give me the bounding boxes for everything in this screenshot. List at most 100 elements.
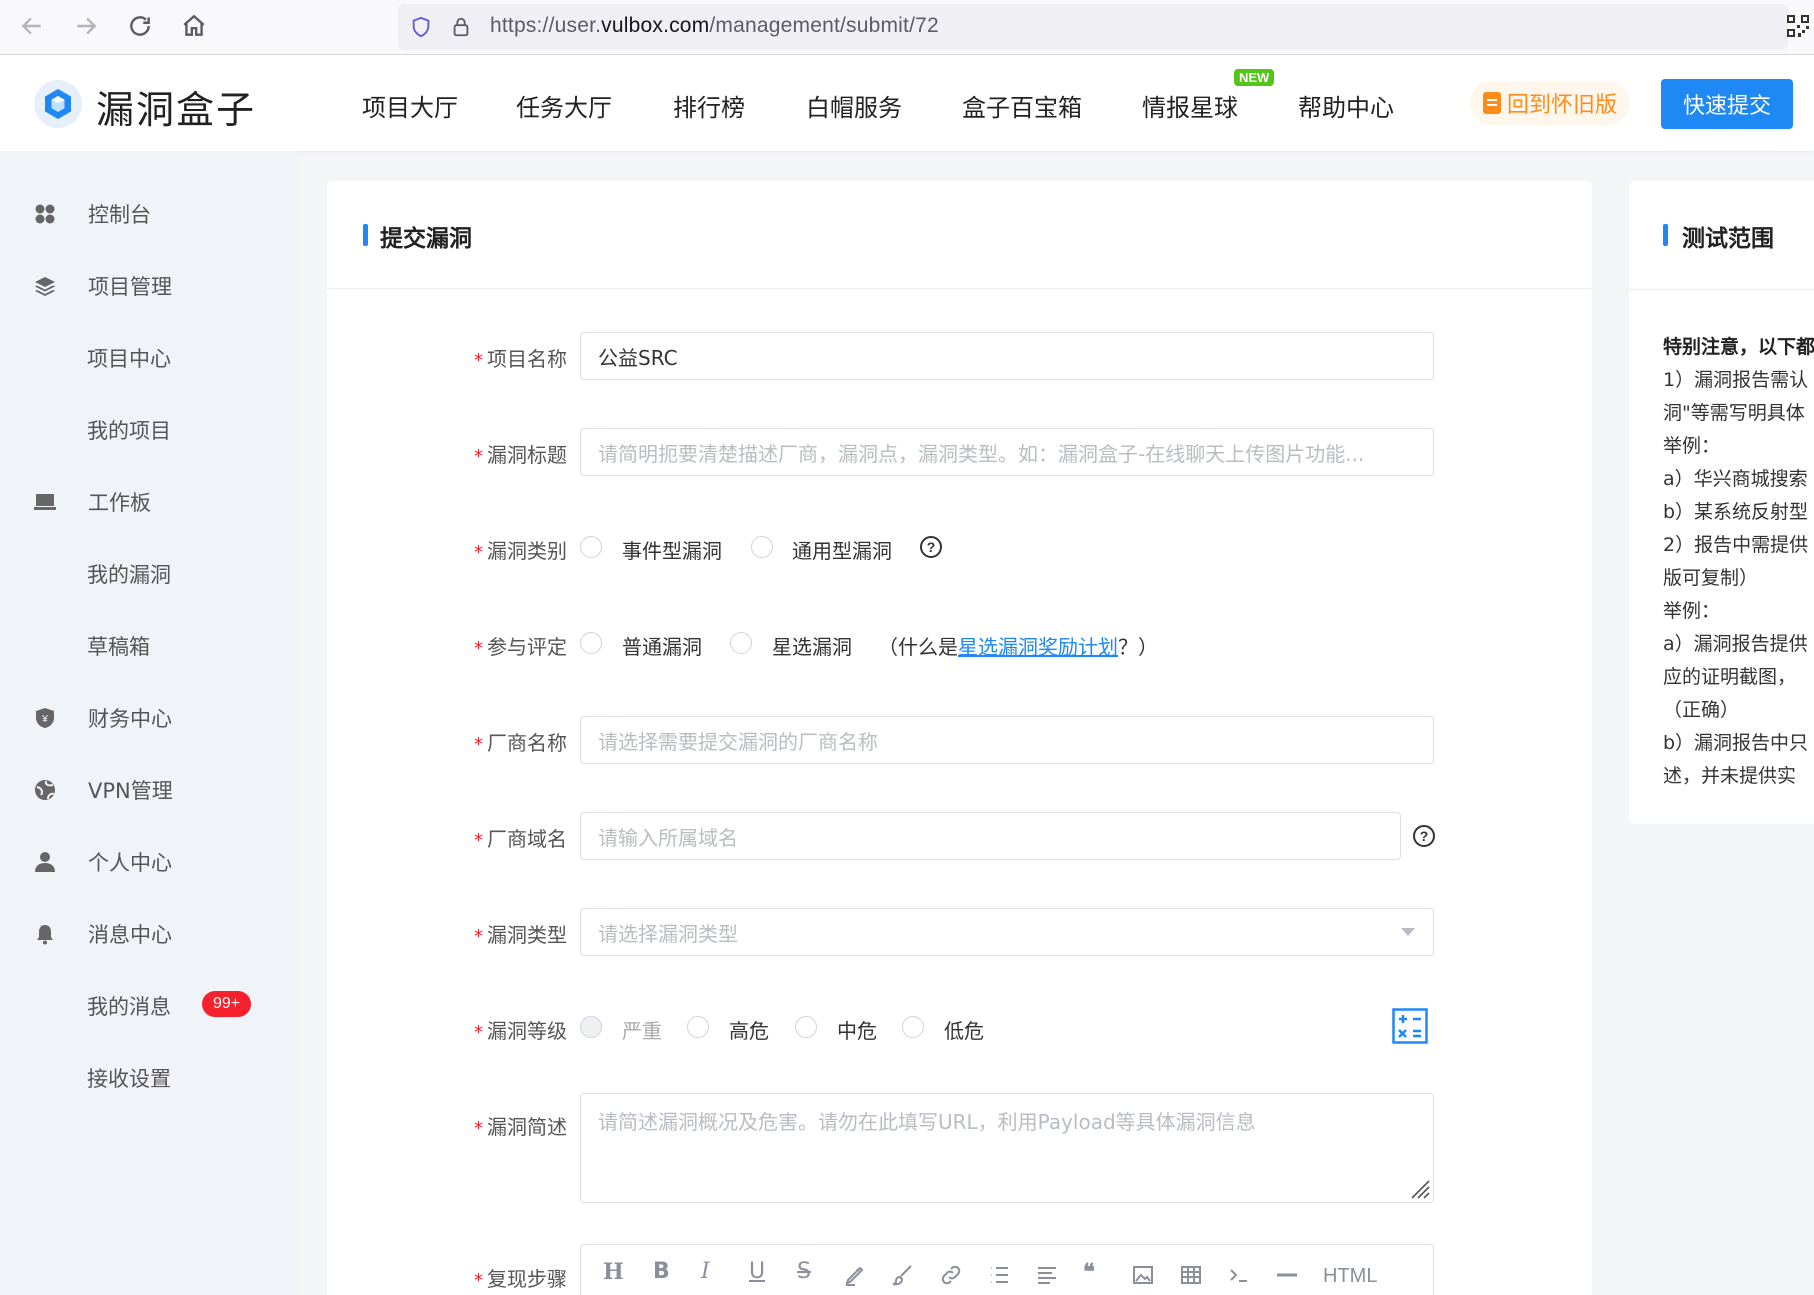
radio-label-medium[interactable]: 中危 — [837, 1015, 877, 1044]
sidebar-item-vpn[interactable]: VPN管理 — [0, 765, 297, 815]
radio-general-vuln[interactable] — [751, 536, 773, 558]
align-button[interactable] — [1035, 1263, 1059, 1287]
sidebar-item-messages[interactable]: 消息中心 — [0, 909, 297, 959]
radio-label-high[interactable]: 高危 — [729, 1015, 769, 1044]
sidebar-item-my-projects[interactable]: 我的项目 — [0, 405, 297, 455]
forward-button[interactable] — [68, 8, 104, 44]
project-name-field[interactable]: 公益SRC — [580, 332, 1434, 380]
nav-item-ranking[interactable]: 排行榜 — [673, 88, 745, 123]
sidebar-item-label: 我的漏洞 — [87, 563, 171, 587]
calculator-icon[interactable] — [1392, 1008, 1428, 1044]
resize-handle-icon[interactable] — [1410, 1179, 1430, 1199]
scope-line: b）漏洞报告中只 — [1663, 732, 1809, 754]
editor-toolbar: H B I U S ❝ HTML — [580, 1244, 1434, 1295]
quote-button[interactable]: ❝ — [1083, 1259, 1095, 1285]
nav-item-help[interactable]: 帮助中心 — [1298, 88, 1394, 123]
required-mark: * — [474, 1022, 483, 1043]
heading-button[interactable]: H — [603, 1259, 624, 1285]
domain-help-icon[interactable]: ? — [1413, 825, 1435, 847]
sidebar-item-project-management[interactable]: 项目管理 — [0, 261, 297, 311]
radio-label-critical[interactable]: 严重 — [622, 1015, 662, 1044]
radio-low[interactable] — [902, 1016, 924, 1038]
radio-high[interactable] — [687, 1016, 709, 1038]
scope-title: 测试范围 — [1682, 226, 1774, 252]
sidebar-item-my-vulns[interactable]: 我的漏洞 — [0, 549, 297, 599]
sidebar-item-workboard[interactable]: 工作板 — [0, 477, 297, 527]
italic-button[interactable]: I — [701, 1259, 710, 1284]
qr-code-icon[interactable] — [1786, 14, 1810, 38]
bell-icon — [37, 925, 53, 945]
highlight-button[interactable] — [843, 1263, 867, 1287]
help-icon[interactable]: ? — [920, 536, 942, 558]
lock-icon[interactable] — [450, 15, 472, 39]
radio-medium[interactable] — [795, 1016, 817, 1038]
sidebar-item-drafts[interactable]: 草稿箱 — [0, 621, 297, 671]
color-button[interactable] — [891, 1263, 915, 1287]
logo-cube-icon — [45, 89, 71, 119]
radio-label-normal-vuln[interactable]: 普通漏洞 — [622, 631, 702, 660]
table-button[interactable] — [1179, 1263, 1203, 1287]
scope-line: 版可复制） — [1663, 567, 1759, 589]
vendor-domain-input[interactable]: 请输入所属域名 — [580, 812, 1401, 860]
nav-item-tasks[interactable]: 任务大厅 — [516, 88, 612, 123]
radio-label-general-vuln[interactable]: 通用型漏洞 — [792, 535, 892, 564]
url-text[interactable]: https://user.vulbox.com/management/submi… — [490, 14, 939, 38]
sidebar-item-my-messages[interactable]: 我的消息 99+ — [0, 981, 297, 1031]
nav-item-whitehat-service[interactable]: 白帽服务 — [806, 88, 902, 123]
nav-item-intel-planet[interactable]: 情报星球 — [1142, 88, 1238, 123]
code-button[interactable] — [1227, 1263, 1251, 1287]
star-plan-link[interactable]: 星选漏洞奖励计划 — [958, 635, 1118, 659]
user-icon — [35, 852, 55, 872]
sidebar-item-label: 接收设置 — [87, 1067, 171, 1091]
sidebar-item-dashboard[interactable]: 控制台 — [0, 189, 297, 239]
nav-item-projects[interactable]: 项目大厅 — [362, 88, 458, 123]
shield-yen-icon: ¥ — [36, 708, 54, 728]
dashboard-icon — [35, 204, 55, 224]
quick-submit-button[interactable]: 快速提交 — [1661, 79, 1793, 129]
logo-text[interactable]: 漏洞盒子 — [96, 79, 256, 134]
sidebar-item-project-center[interactable]: 项目中心 — [0, 333, 297, 383]
legacy-version-label: 回到怀旧版 — [1506, 93, 1617, 118]
required-mark: * — [474, 926, 483, 947]
image-button[interactable] — [1131, 1263, 1155, 1287]
sidebar-item-label: 财务中心 — [88, 707, 172, 731]
bold-button[interactable]: B — [653, 1259, 670, 1284]
hr-button[interactable] — [1275, 1263, 1299, 1287]
steps-label: * 复现步骤 — [474, 1267, 567, 1291]
vendor-domain-label: * 厂商域名 — [474, 827, 567, 851]
link-button[interactable] — [939, 1263, 963, 1287]
scope-line: 举例： — [1663, 435, 1721, 457]
radio-event-vuln[interactable] — [580, 536, 602, 558]
strikethrough-button[interactable]: S — [797, 1259, 811, 1284]
align-left-icon — [1038, 1267, 1056, 1284]
logo[interactable] — [34, 80, 82, 128]
html-button[interactable]: HTML — [1323, 1265, 1377, 1288]
vuln-title-input[interactable]: 请简明扼要清楚描述厂商，漏洞点，漏洞类型。如：漏洞盒子-在线聊天上传图片功能..… — [580, 428, 1434, 476]
nav-item-toolbox[interactable]: 盒子百宝箱 — [962, 88, 1082, 123]
url-bar[interactable]: https://user.vulbox.com/management/submi… — [398, 4, 1788, 50]
submit-vuln-card: 提交漏洞 * 项目名称 公益SRC * 漏洞标题 请简明扼要清楚描述厂商，漏洞点，漏… — [327, 181, 1592, 1295]
radio-label-star-vuln[interactable]: 星选漏洞 — [772, 631, 852, 660]
vendor-name-input[interactable]: 请选择需要提交漏洞的厂商名称 — [580, 716, 1434, 764]
reload-button[interactable] — [122, 8, 158, 44]
back-button[interactable] — [14, 8, 50, 44]
tracking-shield-icon[interactable] — [410, 16, 432, 38]
radio-critical[interactable] — [580, 1016, 602, 1038]
underline-button[interactable]: U — [749, 1259, 765, 1284]
vuln-type-select[interactable]: 请选择漏洞类型 — [580, 908, 1434, 956]
legacy-version-button[interactable]: 回到怀旧版 — [1470, 81, 1630, 125]
home-button[interactable] — [176, 8, 212, 44]
radio-label-event-vuln[interactable]: 事件型漏洞 — [622, 535, 722, 564]
sidebar-item-profile[interactable]: 个人中心 — [0, 837, 297, 887]
radio-label-low[interactable]: 低危 — [944, 1015, 984, 1044]
bullet-list-button[interactable] — [987, 1263, 1011, 1287]
sidebar-item-notification-settings[interactable]: 接收设置 — [0, 1053, 297, 1103]
scope-line: （正确） — [1663, 699, 1740, 721]
summary-textarea[interactable]: 请简述漏洞概况及危害。请勿在此填写URL，利用Payload等具体漏洞信息 — [580, 1093, 1434, 1203]
sidebar-item-finance[interactable]: ¥ 财务中心 — [0, 693, 297, 743]
globe-icon — [35, 780, 55, 800]
radio-star-vuln[interactable] — [730, 632, 752, 654]
vuln-level-label: * 漏洞等级 — [474, 1019, 567, 1043]
radio-normal-vuln[interactable] — [580, 632, 602, 654]
evaluation-label: * 参与评定 — [474, 635, 567, 659]
